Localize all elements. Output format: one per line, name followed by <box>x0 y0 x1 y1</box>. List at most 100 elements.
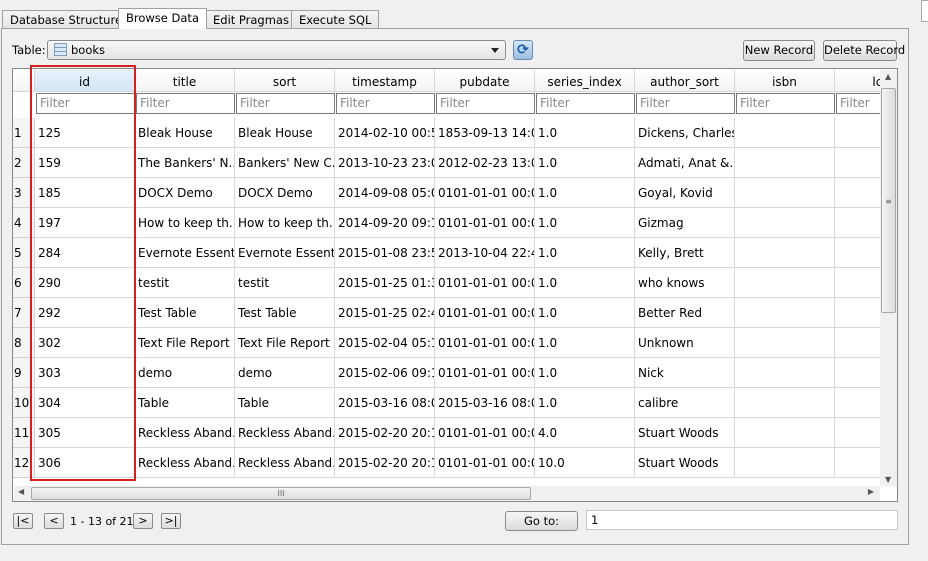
table-cell[interactable]: Better Red <box>635 298 735 328</box>
row-header[interactable]: 1 <box>13 118 35 148</box>
table-cell[interactable]: 2015-02-20 20:1... <box>335 418 435 448</box>
table-cell[interactable]: 1.0 <box>535 388 635 418</box>
table-cell[interactable]: testit <box>135 268 235 298</box>
scroll-right-icon[interactable]: ▶ <box>868 487 874 496</box>
filter-input-pubdate[interactable]: Filter <box>436 93 535 114</box>
table-cell[interactable]: DOCX Demo <box>235 178 335 208</box>
column-header-pubdate[interactable]: pubdate <box>435 70 535 92</box>
table-cell[interactable]: How to keep th... <box>235 208 335 238</box>
table-cell[interactable]: Gizmag <box>635 208 735 238</box>
column-header-series-index[interactable]: series_index <box>535 70 635 92</box>
table-cell[interactable]: 1.0 <box>535 358 635 388</box>
table-cell[interactable]: 2015-01-25 02:4... <box>335 298 435 328</box>
table-cell[interactable]: 197 <box>35 208 135 238</box>
table-cell[interactable]: Dickens, Charles <box>635 118 735 148</box>
table-cell[interactable]: 185 <box>35 178 135 208</box>
goto-button[interactable]: Go to: <box>505 511 578 531</box>
table-cell[interactable]: Bankers' New C... <box>235 148 335 178</box>
table-cell[interactable]: 0101-01-01 00:0... <box>435 268 535 298</box>
table-cell[interactable]: 2015-01-08 23:5... <box>335 238 435 268</box>
row-header[interactable]: 12 <box>13 448 35 478</box>
table-cell[interactable]: 1.0 <box>535 208 635 238</box>
table-cell[interactable]: Bleak House <box>235 118 335 148</box>
horizontal-scrollbar[interactable]: ◀ III ▶ <box>14 486 880 501</box>
table-cell[interactable]: Reckless Aband... <box>235 418 335 448</box>
scroll-up-icon[interactable]: ▲ <box>885 72 891 81</box>
table-cell[interactable]: The Bankers' N... <box>135 148 235 178</box>
table-cell[interactable] <box>735 358 835 388</box>
column-header-isbn[interactable]: isbn <box>735 70 835 92</box>
row-header[interactable]: 8 <box>13 328 35 358</box>
table-cell[interactable]: 2012-02-23 13:0... <box>435 148 535 178</box>
table-cell[interactable] <box>735 148 835 178</box>
row-header[interactable]: 6 <box>13 268 35 298</box>
table-cell[interactable]: Evernote Essent... <box>135 238 235 268</box>
tab-edit-pragmas[interactable]: Edit Pragmas <box>205 10 297 29</box>
row-header[interactable]: 11 <box>13 418 35 448</box>
scroll-down-icon[interactable]: ▼ <box>885 475 891 484</box>
table-cell[interactable]: 0101-01-01 00:0... <box>435 418 535 448</box>
table-cell[interactable]: Table <box>135 388 235 418</box>
table-cell[interactable] <box>735 208 835 238</box>
table-cell[interactable]: 1.0 <box>535 178 635 208</box>
table-cell[interactable]: 0101-01-01 00:0... <box>435 358 535 388</box>
table-cell[interactable]: 125 <box>35 118 135 148</box>
table-cell[interactable]: 1.0 <box>535 118 635 148</box>
table-cell[interactable] <box>735 418 835 448</box>
row-header[interactable]: 7 <box>13 298 35 328</box>
table-cell[interactable]: 0101-01-01 00:0... <box>435 178 535 208</box>
row-header[interactable]: 10 <box>13 388 35 418</box>
table-cell[interactable]: 2015-02-04 05:1... <box>335 328 435 358</box>
table-cell[interactable]: DOCX Demo <box>135 178 235 208</box>
last-page-button[interactable]: >| <box>161 513 181 529</box>
table-cell[interactable]: Nick <box>635 358 735 388</box>
table-cell[interactable]: 303 <box>35 358 135 388</box>
table-select[interactable]: books <box>47 40 506 60</box>
horizontal-scroll-thumb[interactable]: III <box>31 487 531 500</box>
filter-input-timestamp[interactable]: Filter <box>336 93 435 114</box>
table-cell[interactable]: 0101-01-01 00:0... <box>435 298 535 328</box>
row-header[interactable]: 5 <box>13 238 35 268</box>
table-cell[interactable]: 2015-03-16 08:0... <box>335 388 435 418</box>
table-cell[interactable]: Stuart Woods <box>635 418 735 448</box>
row-header[interactable]: 9 <box>13 358 35 388</box>
tab-database-structure[interactable]: Database Structure <box>2 10 131 29</box>
first-page-button[interactable]: |< <box>13 513 33 529</box>
table-cell[interactable]: Stuart Woods <box>635 448 735 478</box>
table-cell[interactable]: 2013-10-23 23:0... <box>335 148 435 178</box>
scroll-left-icon[interactable]: ◀ <box>18 487 24 496</box>
table-cell[interactable]: Text File Report <box>235 328 335 358</box>
table-cell[interactable]: 2015-03-16 08:0... <box>435 388 535 418</box>
table-cell[interactable]: 2015-01-25 01:3... <box>335 268 435 298</box>
table-cell[interactable]: 306 <box>35 448 135 478</box>
vertical-scroll-thumb[interactable]: ≡ <box>881 88 896 313</box>
table-cell[interactable]: who knows <box>635 268 735 298</box>
table-cell[interactable]: 2014-02-10 00:5... <box>335 118 435 148</box>
table-cell[interactable] <box>735 298 835 328</box>
column-header-title[interactable]: title <box>135 70 235 92</box>
table-cell[interactable]: 292 <box>35 298 135 328</box>
row-header[interactable]: 4 <box>13 208 35 238</box>
table-cell[interactable]: Reckless Aband... <box>235 448 335 478</box>
table-cell[interactable]: demo <box>135 358 235 388</box>
filter-input-author-sort[interactable]: Filter <box>636 93 735 114</box>
table-cell[interactable]: 2015-02-20 20:1... <box>335 448 435 478</box>
table-cell[interactable] <box>735 118 835 148</box>
tab-browse-data[interactable]: Browse Data <box>118 8 207 29</box>
table-cell[interactable]: Text File Report <box>135 328 235 358</box>
table-cell[interactable]: Test Table <box>235 298 335 328</box>
column-header-timestamp[interactable]: timestamp <box>335 70 435 92</box>
new-record-button[interactable]: New Record <box>743 40 815 61</box>
table-cell[interactable]: 304 <box>35 388 135 418</box>
table-cell[interactable]: 0101-01-01 00:0... <box>435 208 535 238</box>
table-cell[interactable]: 284 <box>35 238 135 268</box>
table-cell[interactable]: testit <box>235 268 335 298</box>
table-cell[interactable] <box>735 268 835 298</box>
filter-input-id[interactable]: Filter <box>36 93 135 114</box>
table-cell[interactable]: 1.0 <box>535 268 635 298</box>
table-cell[interactable]: Goyal, Kovid <box>635 178 735 208</box>
table-cell[interactable]: 159 <box>35 148 135 178</box>
table-cell[interactable]: 2014-09-08 05:0... <box>335 178 435 208</box>
table-cell[interactable] <box>735 238 835 268</box>
table-cell[interactable]: 2015-02-06 09:1... <box>335 358 435 388</box>
